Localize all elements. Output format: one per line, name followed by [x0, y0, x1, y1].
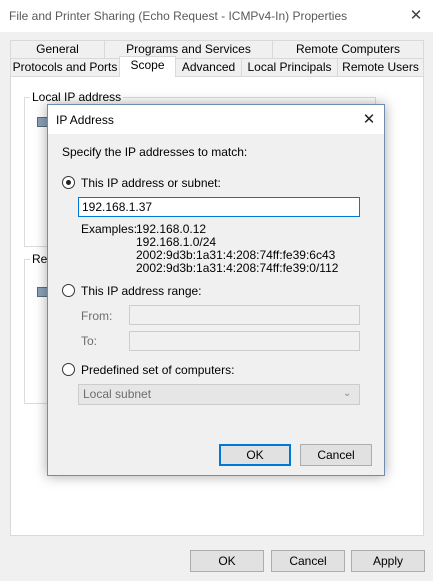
example-ip-2: 192.168.1.0/24 [136, 235, 217, 249]
tab-remote-computers[interactable]: Remote Computers [272, 40, 424, 59]
predefined-select-value: Local subnet [83, 387, 152, 401]
dialog-close-icon[interactable]: ✕ [357, 108, 381, 132]
tab-remote-users[interactable]: Remote Users [337, 58, 424, 77]
example-ip-3: 2002:9d3b:1a31:4:208:74ff:fe39:6c43 [136, 248, 336, 262]
from-label: From: [81, 309, 113, 323]
ip-address-dialog: IP Address ✕ Specify the IP addresses to… [47, 104, 385, 476]
dialog-title: IP Address [56, 113, 114, 127]
tab-general[interactable]: General [10, 40, 105, 59]
range-radio[interactable] [62, 284, 75, 297]
chevron-down-icon: ⌄ [343, 388, 352, 399]
outer-title-bar: File and Printer Sharing (Echo Request -… [0, 0, 433, 32]
local-ip-group-label: Local IP address [30, 90, 124, 104]
outer-window-title: File and Printer Sharing (Echo Request -… [9, 9, 348, 23]
subnet-radio[interactable] [62, 176, 75, 189]
examples-label: Examples: [81, 222, 138, 236]
dialog-title-bar: IP Address ✕ [48, 105, 384, 134]
predefined-radio-label[interactable]: Predefined set of computers: [81, 363, 234, 377]
subnet-radio-label[interactable]: This IP address or subnet: [81, 176, 221, 190]
range-from-input[interactable] [129, 305, 360, 325]
predefined-radio[interactable] [62, 363, 75, 376]
instruction-text: Specify the IP addresses to match: [62, 145, 248, 159]
example-ip-1: 192.168.0.12 [136, 222, 207, 236]
dialog-cancel-button[interactable]: Cancel [300, 444, 372, 466]
tab-protocols-and-ports[interactable]: Protocols and Ports [10, 58, 120, 77]
ip-subnet-input[interactable] [78, 197, 360, 217]
tab-advanced[interactable]: Advanced [175, 58, 242, 77]
tab-local-principals[interactable]: Local Principals [241, 58, 338, 77]
predefined-computers-select[interactable]: Local subnet ⌄ [78, 384, 360, 405]
outer-close-icon[interactable]: ✕ [405, 5, 427, 27]
outer-cancel-button[interactable]: Cancel [271, 550, 345, 572]
outer-ok-button[interactable]: OK [190, 550, 264, 572]
tab-scope[interactable]: Scope [119, 56, 176, 77]
outer-apply-button[interactable]: Apply [351, 550, 425, 572]
example-ip-4: 2002:9d3b:1a31:4:208:74ff:fe39:0/112 [136, 261, 339, 275]
to-label: To: [81, 334, 98, 348]
dialog-ok-button[interactable]: OK [219, 444, 291, 466]
range-to-input[interactable] [129, 331, 360, 351]
range-radio-label[interactable]: This IP address range: [81, 284, 202, 298]
